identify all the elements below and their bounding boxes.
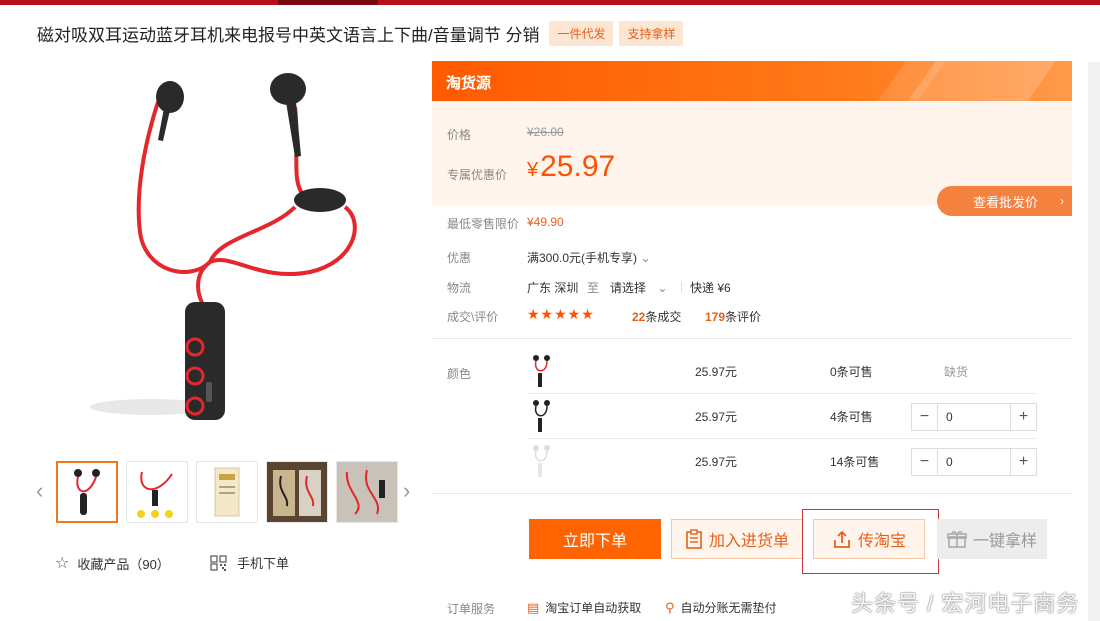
top-bar-accent <box>278 0 378 5</box>
deals-suffix: 条成交 <box>645 310 682 324</box>
order-service-label: 订单服务 <box>447 602 496 616</box>
color-label: 颜色 <box>447 367 472 381</box>
deals-count[interactable]: 22条成交 <box>632 308 681 325</box>
favorite-product[interactable]: ☆ 收藏产品（90） <box>55 553 170 573</box>
quantity-stepper: − 0 + <box>911 448 1037 476</box>
discount-dropdown[interactable]: 满300.0元(手机专享) ⌄ <box>527 249 650 266</box>
document-icon: ▤ <box>527 599 540 615</box>
sku-row: 25.97元 0条可售 缺货 <box>527 349 1037 394</box>
sku-thumbnail[interactable] <box>527 443 555 479</box>
tag-dropship: 一件代发 <box>549 20 614 46</box>
mobile-order[interactable]: 手机下单 <box>210 553 289 572</box>
reviews-count[interactable]: 179条评价 <box>705 308 761 325</box>
sku-price: 25.97元 <box>695 365 738 379</box>
quantity-input[interactable]: 0 <box>938 449 1010 475</box>
logistics-label: 物流 <box>447 281 472 295</box>
one-click-sample-button[interactable]: 一键拿样 <box>937 519 1047 559</box>
favorite-label: 收藏产品（90） <box>77 556 170 572</box>
source-label: 淘货源 <box>446 75 492 92</box>
wholesale-label: 查看批发价 <box>973 194 1039 210</box>
add-to-cart-label: 加入进货单 <box>708 533 789 550</box>
source-banner: 淘货源 <box>432 61 1072 101</box>
divider <box>432 338 1072 339</box>
highlight-annotation <box>802 509 939 574</box>
service-item: ⚲ 自动分账无需垫付 <box>665 599 777 616</box>
deals-number: 22 <box>632 310 646 324</box>
one-click-sample-label: 一键拿样 <box>972 533 1037 550</box>
increment-button[interactable]: + <box>1010 449 1036 475</box>
chevron-right-icon: › <box>1060 194 1065 208</box>
sku-stock: 14条可售 <box>830 455 880 469</box>
thumbnail-2[interactable] <box>126 461 188 523</box>
chevron-down-icon: ⌄ <box>657 281 668 295</box>
original-price: ¥26.00 <box>527 125 564 139</box>
sku-row: 25.97元 4条可售 − 0 + <box>527 394 1037 439</box>
top-bar <box>0 0 1100 5</box>
quantity-input[interactable]: 0 <box>938 404 1010 430</box>
divider <box>432 493 1072 494</box>
thumbnail-5[interactable] <box>336 461 398 523</box>
order-now-label: 立即下单 <box>562 533 627 550</box>
thumbnail-strip: ‹ › <box>36 460 420 524</box>
logistics-origin: 广东 深圳 <box>527 281 579 295</box>
price-label: 价格 <box>447 128 472 142</box>
thumbnail-3[interactable] <box>196 461 258 523</box>
logistics-to: 至 <box>587 281 600 295</box>
order-now-button[interactable]: 立即下单 <box>529 519 661 559</box>
sku-row: 25.97元 14条可售 − 0 + <box>527 439 1037 484</box>
service-item: ▤ 淘宝订单自动获取 <box>527 599 641 616</box>
thumb-next-icon[interactable]: › <box>403 478 410 504</box>
quantity-stepper: − 0 + <box>911 403 1037 431</box>
star-outline-icon: ☆ <box>55 555 70 572</box>
sku-out-of-stock: 缺货 <box>944 365 969 379</box>
separator: | <box>680 279 684 293</box>
view-wholesale-button[interactable]: 查看批发价 › <box>937 186 1072 216</box>
sku-price: 25.97元 <box>695 410 738 424</box>
product-title: 磁对吸双耳运动蓝牙耳机来电报号中英文语言上下曲/音量调节 分销 <box>37 25 540 45</box>
rating-stars: ★★★★★ <box>527 306 595 322</box>
min-retail-price: ¥49.90 <box>527 215 564 229</box>
destination-value: 请选择 <box>610 281 647 295</box>
exclusive-price: ¥25.97 <box>527 150 615 184</box>
money-bag-icon: ⚲ <box>665 599 675 615</box>
shipping-fee: 快递 ¥6 <box>690 281 731 295</box>
tag-sample: 支持拿样 <box>619 20 684 46</box>
mobile-order-label: 手机下单 <box>237 556 290 571</box>
watermark: 头条号 / 宏河电子商务 <box>851 591 1080 616</box>
service-auto-fetch: 淘宝订单自动获取 <box>545 601 642 615</box>
thumbnail-1[interactable] <box>56 461 118 523</box>
qr-code-icon <box>210 554 227 571</box>
reviews-number: 179 <box>705 310 726 324</box>
reviews-suffix: 条评价 <box>725 310 762 324</box>
exclusive-price-value: 25.97 <box>540 150 616 183</box>
deals-label: 成交\评价 <box>447 310 499 324</box>
thumbnail-4[interactable] <box>266 461 328 523</box>
sku-thumbnail[interactable] <box>527 398 555 434</box>
sku-stock: 0条可售 <box>830 365 873 379</box>
increment-button[interactable]: + <box>1010 404 1036 430</box>
add-to-cart-button[interactable]: 加入进货单 <box>671 519 803 559</box>
discount-value: 满300.0元(手机专享) <box>527 251 638 265</box>
sku-stock: 4条可售 <box>830 410 873 424</box>
min-retail-label: 最低零售限价 <box>447 217 520 231</box>
discount-label: 优惠 <box>447 251 472 265</box>
exclusive-price-label: 专属优惠价 <box>447 168 508 182</box>
currency-symbol: ¥ <box>527 159 539 181</box>
decrement-button[interactable]: − <box>912 404 938 430</box>
product-main-image[interactable] <box>40 62 410 430</box>
clipboard-icon <box>686 529 702 549</box>
scrollbar-track[interactable] <box>1088 62 1100 621</box>
decrement-button[interactable]: − <box>912 449 938 475</box>
sku-thumbnail[interactable] <box>527 353 555 389</box>
thumb-prev-icon[interactable]: ‹ <box>36 478 43 504</box>
chevron-down-icon: ⌄ <box>640 251 651 265</box>
gift-icon <box>947 531 967 548</box>
destination-select[interactable]: 请选择 ⌄ <box>610 279 667 296</box>
service-auto-split: 自动分账无需垫付 <box>680 601 777 615</box>
title-row: 磁对吸双耳运动蓝牙耳机来电报号中英文语言上下曲/音量调节 分销 一件代发 支持拿… <box>37 20 684 46</box>
sku-price: 25.97元 <box>695 455 738 469</box>
